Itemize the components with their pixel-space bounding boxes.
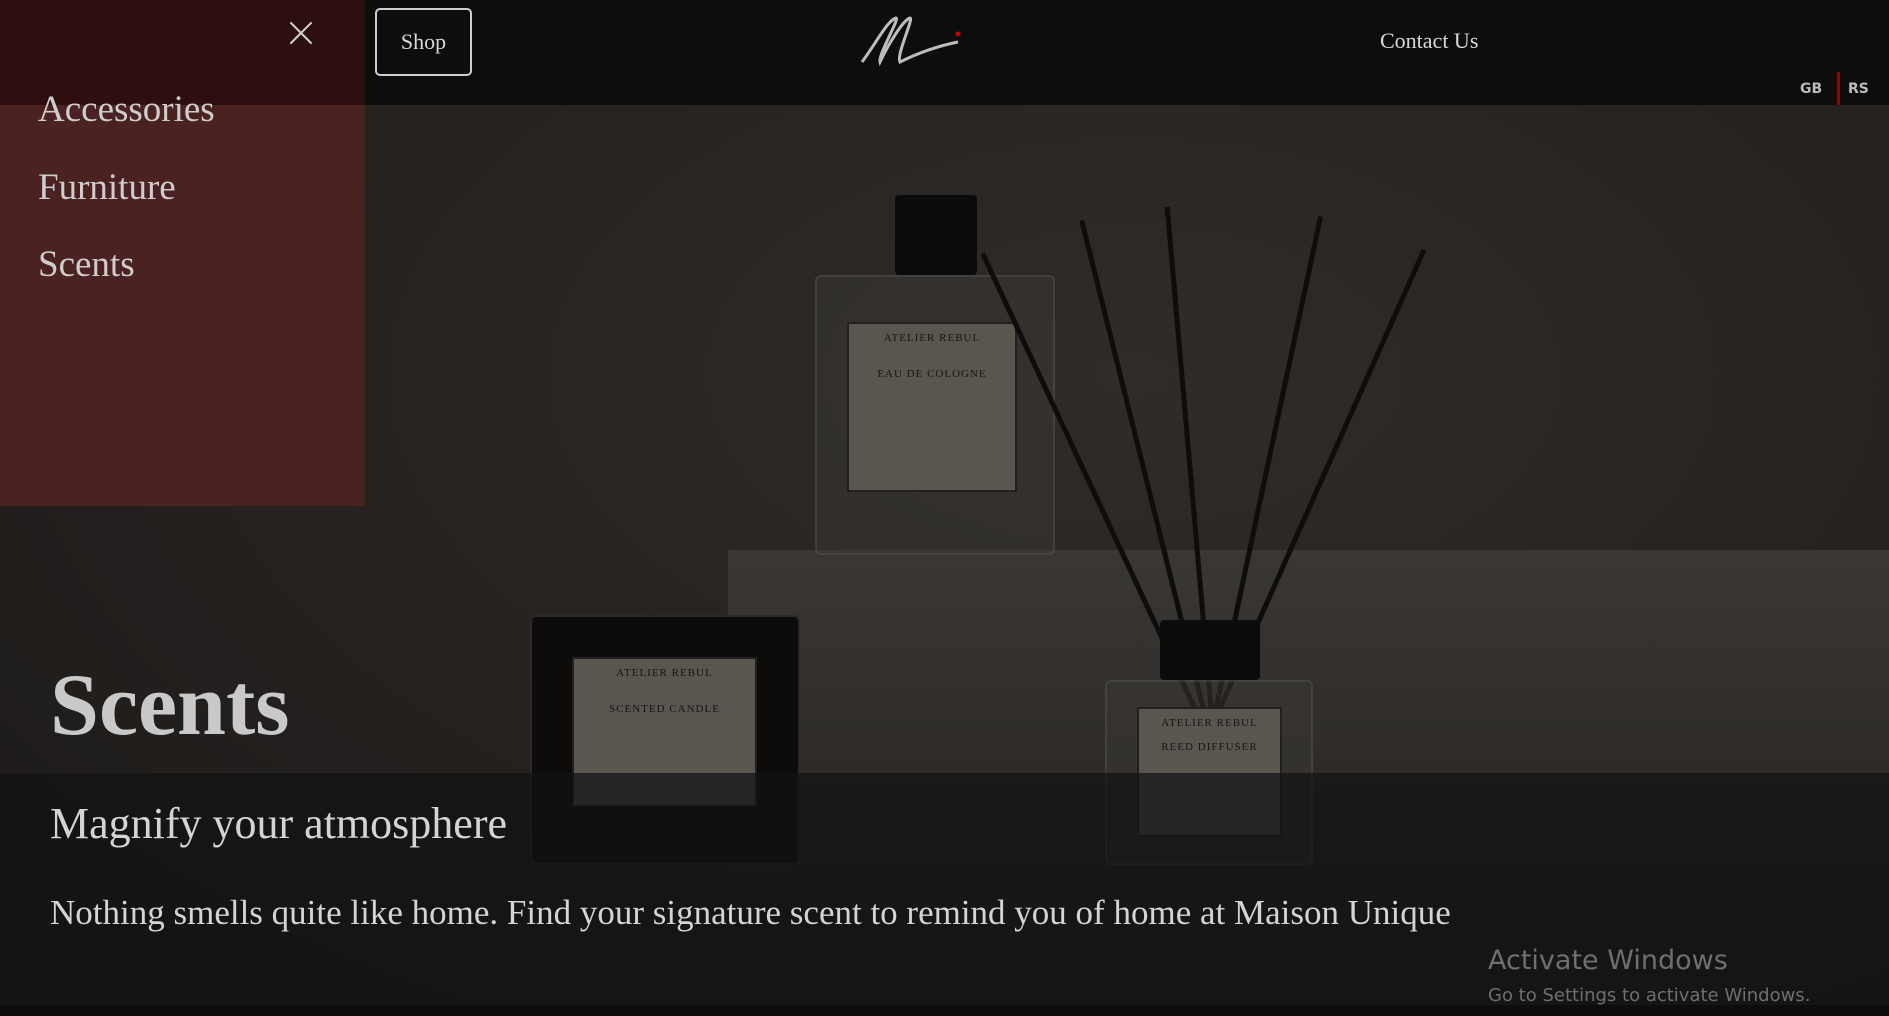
activate-windows-title: Activate Windows: [1488, 945, 1728, 976]
shop-button[interactable]: Shop: [375, 8, 472, 76]
shop-sidebar-menu: Accessories Furniture Scents: [0, 0, 365, 506]
hero-title: Scents: [50, 657, 290, 754]
language-rs[interactable]: RS: [1848, 81, 1869, 97]
close-icon[interactable]: [286, 18, 316, 48]
language-gb[interactable]: GB: [1800, 81, 1822, 97]
hero-description: Nothing smells quite like home. Find you…: [50, 893, 1451, 932]
language-divider: [1837, 72, 1840, 105]
hero-subtitle: Magnify your atmosphere: [50, 799, 507, 848]
activate-windows-subtitle: Go to Settings to activate Windows.: [1488, 985, 1811, 1006]
logo-signature-icon: [860, 16, 961, 67]
logo[interactable]: [858, 10, 968, 70]
bottom-strip: [0, 1005, 1889, 1016]
contact-us-link[interactable]: Contact Us: [1380, 28, 1478, 54]
sidebar-item-furniture[interactable]: Furniture: [38, 166, 176, 209]
sidebar-item-accessories[interactable]: Accessories: [38, 88, 215, 131]
sidebar-item-scents[interactable]: Scents: [38, 243, 135, 286]
